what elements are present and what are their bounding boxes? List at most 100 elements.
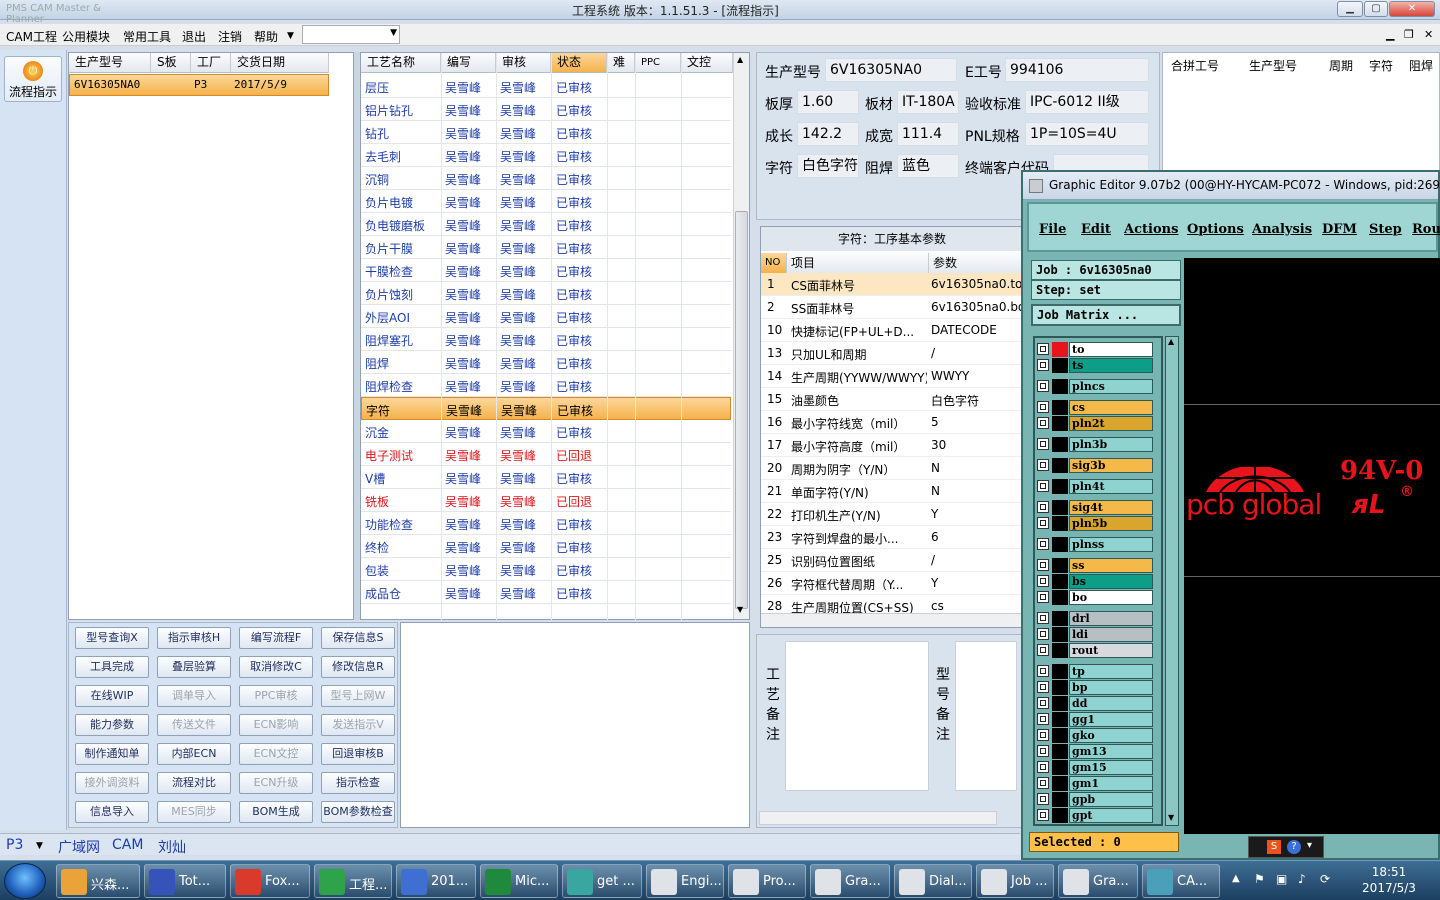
menu-tools[interactable]: 常用工具	[123, 28, 171, 45]
value-material[interactable]: IT-180A	[897, 90, 959, 114]
ge-layer-name[interactable]: sig3b	[1069, 458, 1153, 473]
ge-canvas[interactable]: pcb global 94V-0 ® ᴙL	[1184, 258, 1440, 834]
mdi-minimize-icon[interactable]: ▁	[1386, 28, 1394, 41]
ge-layer-checkbox[interactable]	[1037, 793, 1049, 805]
function-button[interactable]: 修改信息R	[321, 656, 395, 678]
ge-layer-row[interactable]: ldi	[1037, 627, 1153, 642]
ge-layer-name[interactable]: ldi	[1069, 627, 1153, 642]
process-row[interactable]: 负片干膜 吴雪峰 吴雪峰 已审核	[361, 236, 731, 259]
ge-menu-analysis[interactable]: Analysis	[1252, 222, 1312, 237]
function-button[interactable]: 制作通知单	[75, 743, 149, 765]
ge-layer-row[interactable]: tp	[1037, 664, 1153, 679]
proc-col-ppc[interactable]: PPC	[635, 53, 681, 73]
process-row[interactable]: 外层AOI 吴雪峰 吴雪峰 已审核	[361, 305, 731, 328]
function-button[interactable]: BOM参数检查	[321, 801, 395, 823]
taskbar-item[interactable]: CA...	[1142, 864, 1220, 898]
value-pnl[interactable]: 1P=10S=4U	[1025, 122, 1149, 146]
ge-layer-checkbox[interactable]	[1037, 459, 1049, 471]
ge-layer-name[interactable]: pln5b	[1069, 516, 1153, 531]
ge-layer-checkbox[interactable]	[1037, 559, 1049, 571]
process-row[interactable]: 沉金 吴雪峰 吴雪峰 已审核	[361, 420, 731, 443]
process-row[interactable]: 铣板 吴雪峰 吴雪峰 已回退	[361, 489, 731, 512]
ge-layer-row[interactable]: pln5b	[1037, 516, 1153, 531]
value-mask[interactable]: 蓝色	[897, 154, 959, 178]
value-length[interactable]: 142.2	[797, 122, 859, 146]
ge-layer-row[interactable]: bs	[1037, 574, 1153, 589]
ge-layer-row[interactable]: gpb	[1037, 792, 1153, 807]
function-button[interactable]: 内部ECN	[157, 743, 231, 765]
ge-layer-checkbox[interactable]	[1037, 480, 1049, 492]
value-thickness[interactable]: 1.60	[797, 90, 859, 114]
ge-scroll-down-icon[interactable]: ▼	[1168, 813, 1174, 822]
ge-layer-row[interactable]: ts	[1037, 358, 1153, 373]
function-button[interactable]: 指示审核H	[157, 627, 231, 649]
process-row[interactable]: 电子测试 吴雪峰 吴雪峰 已回退	[361, 443, 731, 466]
ge-layer-checkbox[interactable]	[1037, 665, 1049, 677]
ime-arrow-icon[interactable]: ▾	[1307, 840, 1312, 851]
ge-layer-checkbox[interactable]	[1037, 681, 1049, 693]
ge-layer-name[interactable]: cs	[1069, 400, 1153, 415]
process-row[interactable]: 负片电镀 吴雪峰 吴雪峰 已审核	[361, 190, 731, 213]
ge-layer-checkbox[interactable]	[1037, 713, 1049, 725]
ge-layer-name[interactable]: plnss	[1069, 537, 1153, 552]
function-button[interactable]: 回退审核B	[321, 743, 395, 765]
taskbar-item[interactable]: Job ...	[976, 864, 1054, 898]
ge-layer-name[interactable]: ts	[1069, 358, 1153, 373]
taskbar-item[interactable]: Fox...	[230, 864, 310, 898]
process-row[interactable]: 钻孔 吴雪峰 吴雪峰 已审核	[361, 121, 731, 144]
taskbar-item[interactable]: Tot...	[144, 864, 226, 898]
order-col-factory[interactable]: 工厂	[191, 53, 231, 73]
ge-layer-row[interactable]: gm1	[1037, 776, 1153, 791]
ge-layer-row[interactable]: gpt	[1037, 808, 1153, 823]
ge-layer-name[interactable]: sig4t	[1069, 500, 1153, 515]
ge-layer-name[interactable]: pln4t	[1069, 479, 1153, 494]
ge-layer-row[interactable]: gm13	[1037, 744, 1153, 759]
function-button[interactable]: 能力参数	[75, 714, 149, 736]
taskbar-item[interactable]: 兴森...	[56, 864, 140, 898]
ge-layer-name[interactable]: gm13	[1069, 744, 1153, 759]
taskbar-item[interactable]: 工程...	[314, 864, 392, 898]
ge-layer-name[interactable]: ss	[1069, 558, 1153, 573]
scroll-up-icon[interactable]: ▲	[737, 55, 743, 64]
param-row[interactable]: 10 快捷标记(FP+UL+D... DATECODE	[761, 319, 1023, 342]
ge-menu-dfm[interactable]: DFM	[1322, 222, 1357, 237]
close-button[interactable]: ✕	[1389, 1, 1435, 17]
param-row[interactable]: 16 最小字符线宽（mil） 5	[761, 411, 1023, 434]
memo-hscrollbar[interactable]	[759, 811, 997, 825]
function-button[interactable]: ECN文控	[239, 743, 313, 765]
tray-update-icon[interactable]: ⟳	[1320, 872, 1330, 886]
ge-layer-checkbox[interactable]	[1037, 343, 1049, 355]
function-button[interactable]: BOM生成	[239, 801, 313, 823]
menu-help[interactable]: 帮助	[254, 28, 278, 45]
function-button[interactable]: 指示检查	[321, 772, 395, 794]
ime-s-icon[interactable]: S	[1267, 840, 1281, 854]
param-row[interactable]: 13 只加UL和周期 /	[761, 342, 1023, 365]
status-factory[interactable]: P3	[6, 837, 23, 853]
ge-layer-row[interactable]: gg1	[1037, 712, 1153, 727]
ge-layer-name[interactable]: gpt	[1069, 808, 1153, 823]
ge-layer-checkbox[interactable]	[1037, 628, 1049, 640]
ge-layer-checkbox[interactable]	[1037, 538, 1049, 550]
function-button[interactable]: 叠层验算	[157, 656, 231, 678]
ge-layer-row[interactable]: drl	[1037, 611, 1153, 626]
ge-layer-name[interactable]: gpb	[1069, 792, 1153, 807]
process-row[interactable]: 包装 吴雪峰 吴雪峰 已审核	[361, 558, 731, 581]
ge-layer-name[interactable]: tp	[1069, 664, 1153, 679]
taskbar-item[interactable]: Gra...	[1058, 864, 1138, 898]
proc-col-reviewer[interactable]: 审核	[496, 53, 551, 73]
tray-flag-icon[interactable]: ⚑	[1254, 872, 1265, 886]
menu-help-arrow-icon[interactable]: ▼	[287, 31, 294, 41]
toolbar-combo[interactable]: ▼	[302, 25, 400, 44]
proc-col-name[interactable]: 工艺名称	[361, 53, 441, 73]
process-row[interactable]: 负电镀磨板 吴雪峰 吴雪峰 已审核	[361, 213, 731, 236]
minimize-button[interactable]: ▁	[1337, 1, 1363, 17]
param-row[interactable]: 25 识别码位置图纸 /	[761, 549, 1023, 572]
process-row[interactable]: 成品仓 吴雪峰 吴雪峰 已审核	[361, 581, 731, 604]
value-accept[interactable]: IPC-6012 II级	[1025, 90, 1149, 114]
ge-layer-checkbox[interactable]	[1037, 501, 1049, 513]
process-row[interactable]: 铝片钻孔 吴雪峰 吴雪峰 已审核	[361, 98, 731, 121]
tray-expand-icon[interactable]: ▲	[1232, 873, 1240, 884]
order-row[interactable]: 6V16305NA0 P3 2017/5/9	[69, 74, 329, 96]
ge-menu-step[interactable]: Step	[1369, 222, 1402, 237]
function-button[interactable]: 调单导入	[157, 685, 231, 707]
